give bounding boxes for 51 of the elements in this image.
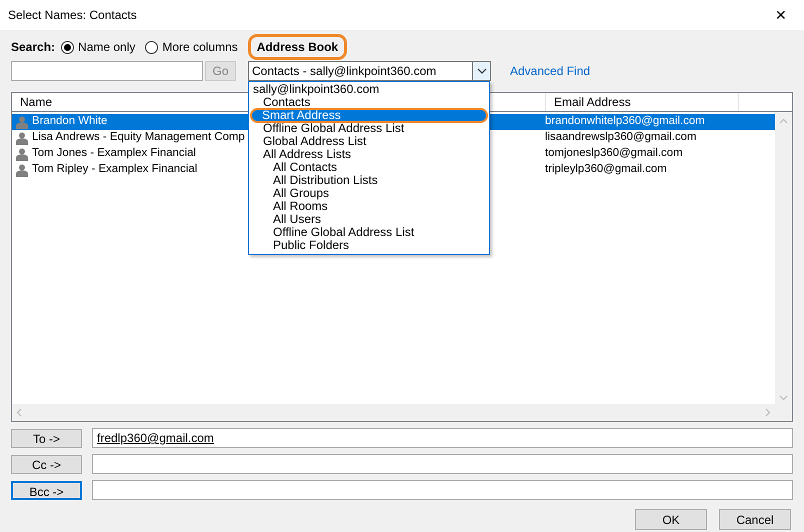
person-icon — [16, 132, 28, 144]
contact-name[interactable]: Tom Jones - Examplex Financial — [32, 145, 196, 163]
recipient-button[interactable]: Cc -> — [11, 454, 82, 474]
person-icon — [16, 148, 28, 160]
chevron-icon — [472, 62, 490, 80]
contact-email[interactable]: brandonwhitelp360@gmail.com — [545, 113, 705, 131]
dropdown-item[interactable]: All Rooms — [251, 200, 487, 213]
person-icon — [16, 164, 28, 176]
person-icon — [16, 116, 28, 128]
recipient-button[interactable]: To -> — [11, 428, 82, 448]
dropdown-item[interactable]: All Distribution Lists — [251, 174, 487, 187]
close-button[interactable]: ✕ — [766, 4, 796, 26]
dropdown-item[interactable]: Global Address List — [251, 135, 487, 148]
contact-name[interactable]: Brandon White — [32, 113, 108, 131]
dropdown-item[interactable]: Public Folders — [251, 239, 487, 252]
horizontal-scrollbar[interactable] — [12, 404, 775, 421]
dropdown-item[interactable]: Offline Global Address List — [251, 122, 487, 135]
recipient-field[interactable]: fredlp360@gmail.com — [92, 428, 793, 448]
vertical-scrollbar[interactable] — [775, 112, 792, 421]
recipient-field[interactable] — [92, 454, 793, 474]
dropdown-item[interactable]: Contacts — [251, 96, 487, 109]
dropdown-item[interactable]: Offline Global Address List — [251, 226, 487, 239]
window-title: Select Names: Contacts — [8, 7, 137, 24]
scroll-up-icon[interactable] — [779, 118, 788, 124]
scroll-right-icon[interactable] — [765, 408, 771, 417]
contact-email[interactable]: lisaandrewslp360@gmail.com — [545, 129, 696, 147]
contact-email[interactable]: tomjoneslp360@gmail.com — [545, 145, 683, 163]
cancel-button[interactable]: Cancel — [719, 509, 791, 530]
dropdown-item[interactable]: All Users — [251, 213, 487, 226]
contact-name[interactable]: Tom Ripley - Examplex Financial — [32, 161, 198, 179]
column-header[interactable]: Email Address — [546, 93, 739, 111]
search-field[interactable] — [11, 61, 203, 81]
advanced-find-link[interactable]: Advanced Find — [510, 62, 590, 80]
dropdown-item[interactable]: All Groups — [251, 187, 487, 200]
dropdown-item[interactable]: All Contacts — [251, 161, 487, 174]
radio-label[interactable]: Name only — [78, 38, 136, 56]
recipient-button[interactable]: Bcc -> — [11, 480, 82, 500]
contact-name[interactable]: Lisa Andrews - Equity Management Comp — [32, 129, 245, 147]
radio-label[interactable]: More columns — [162, 38, 238, 56]
search-label: Search: — [11, 39, 56, 56]
recipient-field[interactable] — [92, 480, 793, 500]
radio-button[interactable] — [145, 40, 158, 54]
contact-email[interactable]: tripleylp360@gmail.com — [545, 161, 667, 179]
scroll-down-icon[interactable] — [779, 395, 788, 401]
scroll-left-icon[interactable] — [16, 408, 22, 417]
address-book-dropdown[interactable]: Contacts - sally@linkpoint360.com — [248, 61, 491, 81]
dropdown-item[interactable]: sally@linkpoint360.com — [251, 83, 487, 96]
dropdown-item[interactable]: All Address Lists — [251, 148, 487, 161]
ok-button[interactable]: OK — [635, 509, 707, 530]
dropdown-item[interactable]: Smart Address — [250, 108, 488, 123]
radio-button[interactable] — [61, 40, 74, 54]
